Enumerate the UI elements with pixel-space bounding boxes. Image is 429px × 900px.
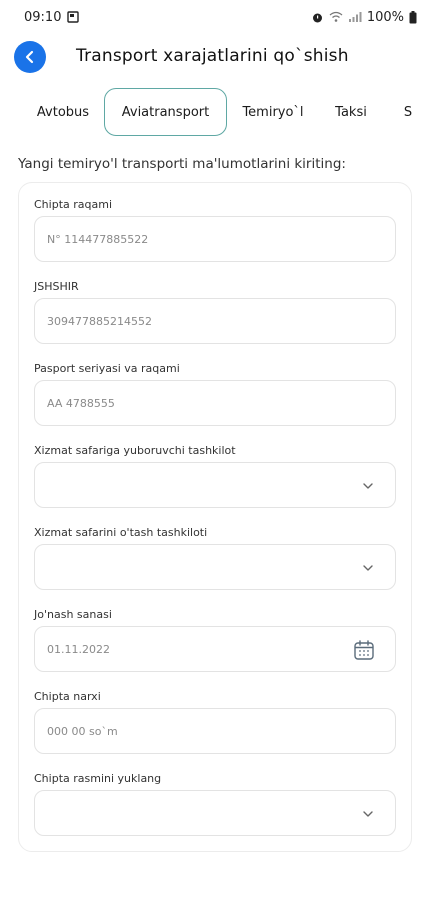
back-button[interactable]	[14, 41, 46, 73]
wifi-icon	[329, 11, 343, 23]
ticket-price-field	[34, 708, 396, 754]
ticket-photo-select[interactable]	[34, 790, 396, 836]
battery-percent: 100%	[366, 9, 404, 25]
status-time: 09:10	[24, 9, 62, 25]
tab-taksi[interactable]: Taksi	[325, 88, 377, 136]
tab-avtobus[interactable]: Avtobus	[22, 88, 104, 136]
departure-date-input[interactable]	[47, 642, 383, 656]
status-bar: 09:10 100%	[0, 0, 429, 34]
tab-partial[interactable]: S	[396, 88, 420, 136]
passport-label: Pasport seriyasi va raqami	[34, 362, 180, 375]
status-right: 100%	[311, 10, 417, 25]
chevron-down-icon	[363, 565, 373, 571]
ticket-number-field	[34, 216, 396, 262]
passport-input[interactable]	[47, 396, 383, 410]
chevron-down-icon	[363, 483, 373, 489]
transport-tabs: Avtobus Aviatransport Temiryo`l Taksi S	[0, 86, 429, 138]
sending-org-label: Xizmat safariga yuboruvchi tashkilot	[34, 444, 236, 457]
tab-temiryol[interactable]: Temiryo`l	[233, 88, 313, 136]
ticket-price-input[interactable]	[47, 724, 383, 738]
page-title: Transport xarajatlarini qo`shish	[76, 46, 349, 66]
alarm-icon	[311, 11, 324, 24]
ticket-number-input[interactable]	[47, 232, 383, 246]
passport-field	[34, 380, 396, 426]
ticket-price-label: Chipta narxi	[34, 690, 101, 703]
chevron-left-icon	[25, 50, 34, 64]
signal-icon	[348, 11, 362, 23]
battery-icon	[409, 10, 417, 24]
calendar-icon[interactable]	[353, 639, 375, 661]
section-label: Yangi temiryo'l transporti ma'lumotlarin…	[18, 156, 346, 172]
sending-org-select[interactable]	[34, 462, 396, 508]
ticket-number-label: Chipta raqami	[34, 198, 112, 211]
departure-date-field	[34, 626, 396, 672]
jshshir-input[interactable]	[47, 314, 383, 328]
gallery-notification-icon	[67, 11, 80, 23]
jshshir-label: JSHSHIR	[34, 280, 79, 293]
ticket-photo-label: Chipta rasmini yuklang	[34, 772, 162, 785]
jshshir-field	[34, 298, 396, 344]
chevron-down-icon	[363, 811, 373, 817]
host-org-select[interactable]	[34, 544, 396, 590]
departure-date-label: Jo'nash sanasi	[34, 608, 112, 621]
tab-aviatransport[interactable]: Aviatransport	[104, 88, 227, 136]
host-org-label: Xizmat safarini o'tash tashkiloti	[34, 526, 208, 539]
app-header: Transport xarajatlarini qo`shish	[0, 38, 429, 78]
status-left: 09:10	[24, 9, 80, 25]
